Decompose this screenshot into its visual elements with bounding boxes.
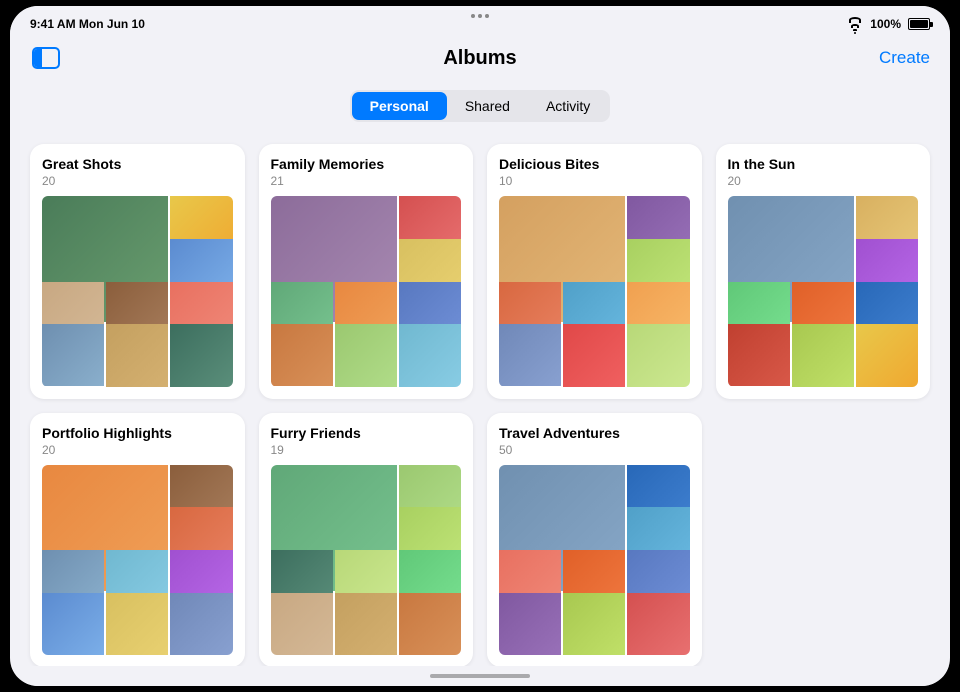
album-count: 10 (499, 174, 690, 188)
album-count: 21 (271, 174, 462, 188)
tab-activity[interactable]: Activity (528, 92, 608, 120)
album-title: Delicious Bites (499, 156, 690, 172)
tab-personal[interactable]: Personal (352, 92, 447, 120)
album-card-furry-friends[interactable]: Furry Friends 19 (259, 413, 474, 667)
status-bar: 9:41 AM Mon Jun 10 100% (10, 6, 950, 38)
albums-grid: Great Shots 20 Family Memories 21 Delicious … (30, 144, 930, 666)
photo-cell (728, 324, 790, 386)
photo-cell (170, 593, 232, 655)
album-count: 50 (499, 443, 690, 457)
photo-cell (563, 324, 625, 386)
album-title: Furry Friends (271, 425, 462, 441)
status-icons: 100% (849, 16, 930, 33)
photo-cell (627, 324, 689, 386)
album-count: 19 (271, 443, 462, 457)
album-title: Travel Adventures (499, 425, 690, 441)
album-photo-grid (499, 465, 690, 656)
camera-dots (471, 14, 489, 18)
photo-cell (399, 593, 461, 655)
photo-cell (563, 593, 625, 655)
photo-cell (499, 593, 561, 655)
photo-cell (399, 324, 461, 386)
wifi-icon (849, 17, 861, 34)
album-title: Great Shots (42, 156, 233, 172)
battery-icon (908, 18, 930, 30)
album-title: Portfolio Highlights (42, 425, 233, 441)
segment-control: Personal Shared Activity (350, 90, 611, 122)
album-count: 20 (42, 443, 233, 457)
album-photo-grid (499, 196, 690, 387)
photo-cell (499, 324, 561, 386)
nav-bar: Albums Create (10, 38, 950, 82)
photo-cell (627, 593, 689, 655)
photo-cell (856, 324, 918, 386)
album-count: 20 (42, 174, 233, 188)
album-card-delicious-bites[interactable]: Delicious Bites 10 (487, 144, 702, 399)
sidebar-toggle-button[interactable] (30, 44, 62, 72)
album-card-travel-adventures[interactable]: Travel Adventures 50 (487, 413, 702, 667)
album-photo-grid (271, 465, 462, 656)
photo-cell (271, 324, 333, 386)
home-indicator (10, 666, 950, 686)
album-card-in-the-sun[interactable]: In the Sun 20 (716, 144, 931, 399)
create-button[interactable]: Create (879, 48, 930, 68)
photo-cell (106, 324, 168, 386)
status-time: 9:41 AM Mon Jun 10 (30, 17, 145, 31)
photo-cell (170, 324, 232, 386)
photo-cell (792, 324, 854, 386)
album-photo-grid (728, 196, 919, 387)
photo-cell (271, 593, 333, 655)
tab-shared[interactable]: Shared (447, 92, 528, 120)
photo-cell (335, 593, 397, 655)
album-card-portfolio-highlights[interactable]: Portfolio Highlights 20 (30, 413, 245, 667)
album-count: 20 (728, 174, 919, 188)
album-card-great-shots[interactable]: Great Shots 20 (30, 144, 245, 399)
device-frame: 9:41 AM Mon Jun 10 100% Albums Create (10, 6, 950, 686)
album-photo-grid (42, 196, 233, 387)
album-title: In the Sun (728, 156, 919, 172)
photo-cell (335, 324, 397, 386)
battery-percent: 100% (870, 17, 901, 31)
segment-control-wrapper: Personal Shared Activity (10, 82, 950, 136)
photo-cell (42, 593, 104, 655)
photo-cell (106, 593, 168, 655)
home-bar (430, 674, 530, 678)
album-photo-grid (271, 196, 462, 387)
album-card-family-memories[interactable]: Family Memories 21 (259, 144, 474, 399)
page-title: Albums (443, 47, 516, 70)
album-title: Family Memories (271, 156, 462, 172)
photo-cell (42, 324, 104, 386)
album-photo-grid (42, 465, 233, 656)
albums-scroll[interactable]: Great Shots 20 Family Memories 21 Delicious … (10, 136, 950, 666)
